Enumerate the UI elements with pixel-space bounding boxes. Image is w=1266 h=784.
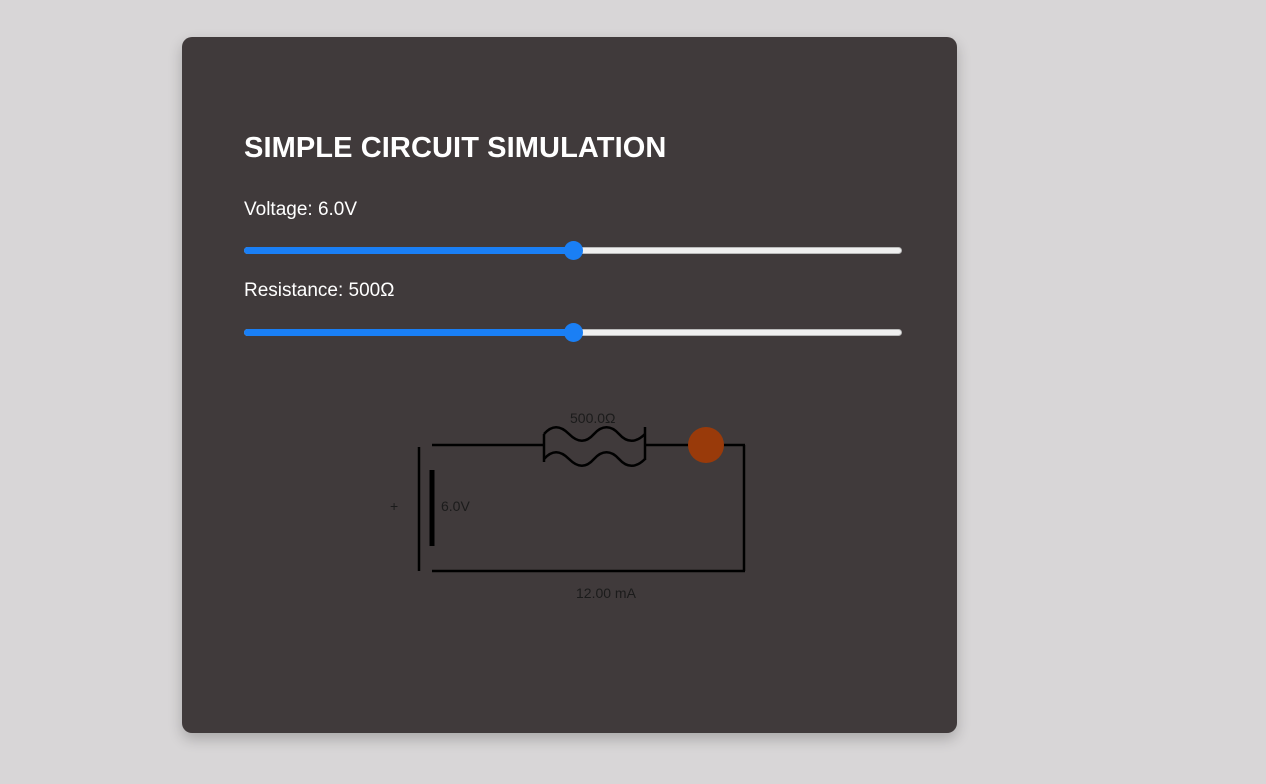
resistor (542, 426, 647, 467)
resistor-label: 500.0Ω (570, 410, 616, 426)
battery-voltage-label: 6.0V (441, 498, 470, 514)
current-label: 12.00 mA (576, 585, 637, 601)
circuit-diagram: + 6.0V 500.0Ω 12.00 mA (390, 410, 746, 601)
battery-plus-sign: + (390, 498, 398, 514)
simulation-card: SIMPLE CIRCUIT SIMULATION Voltage: 6.0V … (182, 37, 957, 733)
bulb-icon (688, 427, 724, 463)
